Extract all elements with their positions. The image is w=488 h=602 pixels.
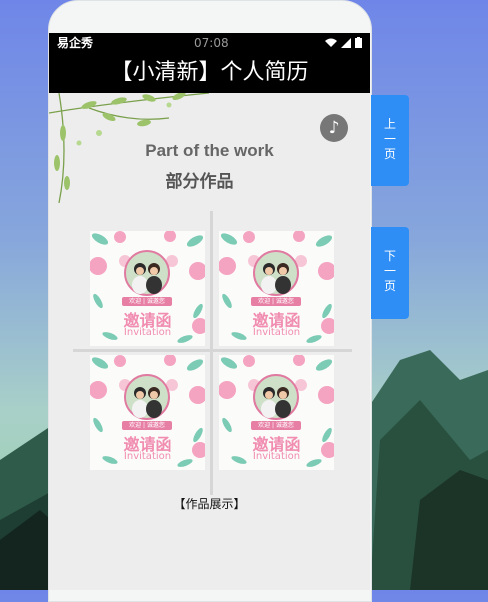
next-page-button[interactable]: 下 一 页 bbox=[371, 227, 409, 319]
invitation-subtitle: Invitation bbox=[252, 451, 301, 462]
next-page-label-2: 一 bbox=[383, 264, 396, 278]
battery-icon bbox=[355, 37, 362, 48]
section-heading-cn: 部分作品 bbox=[165, 172, 234, 192]
invitation-banner: 欢迎 | 诚邀您 bbox=[258, 298, 294, 305]
status-bar: 易企秀 07:08 bbox=[49, 33, 370, 53]
grid-divider-horizontal bbox=[73, 349, 352, 352]
section-heading-en: Part of the work bbox=[145, 141, 274, 160]
invitation-banner: 欢迎 | 诚邀您 bbox=[129, 298, 165, 305]
wifi-icon bbox=[325, 38, 337, 47]
invitation-banner: 欢迎 | 诚邀您 bbox=[129, 422, 165, 429]
prev-page-label-3: 页 bbox=[383, 147, 396, 161]
gallery-caption: 【作品展示】 bbox=[173, 497, 246, 511]
carrier-label: 易企秀 bbox=[57, 36, 94, 50]
signal-icon bbox=[341, 37, 351, 48]
music-note-icon[interactable]: ♪ bbox=[320, 114, 348, 142]
page-title: 【小清新】个人简历 bbox=[49, 53, 370, 93]
gallery-thumbnail[interactable]: 欢迎 | 诚邀您 邀请函 Invitation bbox=[90, 231, 205, 346]
next-page-label-1: 下 bbox=[383, 249, 396, 263]
invitation-subtitle: Invitation bbox=[123, 327, 172, 338]
system-icons bbox=[325, 37, 362, 48]
prev-page-label-1: 上 bbox=[383, 117, 396, 131]
gallery-thumbnail[interactable]: 欢迎 | 诚邀您 邀请函 Invitation bbox=[90, 355, 205, 470]
prev-page-label-2: 一 bbox=[383, 132, 396, 146]
prev-page-button[interactable]: 上 一 页 bbox=[371, 95, 409, 186]
gallery-thumbnail[interactable]: 欢迎 | 诚邀您 邀请函 Invitation bbox=[219, 355, 334, 470]
phone-screen: 易企秀 07:08 【小清新】个人简历 ♪ Part of the work 部… bbox=[49, 33, 370, 590]
invitation-banner: 欢迎 | 诚邀您 bbox=[258, 422, 294, 429]
content-area: ♪ Part of the work 部分作品 欢迎 | 诚邀您 邀请函 Invit… bbox=[49, 93, 370, 590]
grid-divider-vertical bbox=[210, 211, 213, 495]
next-page-label-3: 页 bbox=[383, 279, 396, 293]
status-time: 07:08 bbox=[194, 36, 229, 50]
invitation-subtitle: Invitation bbox=[123, 451, 172, 462]
invitation-subtitle: Invitation bbox=[252, 327, 301, 338]
gallery-thumbnail[interactable]: 欢迎 | 诚邀您 邀请函 Invitation bbox=[219, 231, 334, 346]
